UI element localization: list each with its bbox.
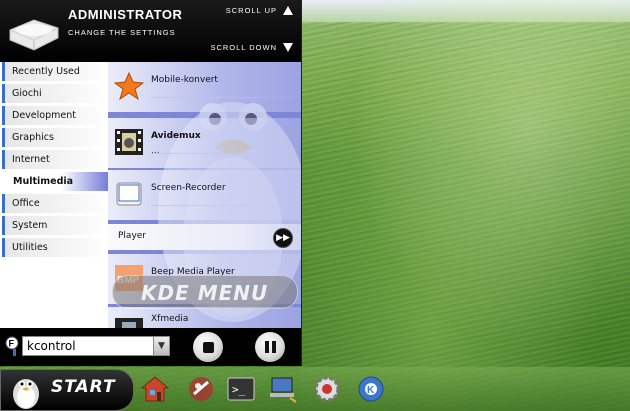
- category-office[interactable]: Office: [2, 194, 108, 214]
- tux-icon: [13, 379, 39, 409]
- scroll-up-label: SCROLL UP: [225, 6, 277, 15]
- star-icon: [114, 71, 144, 101]
- taskbar: START >_ K: [0, 367, 630, 411]
- film-icon: [115, 129, 143, 155]
- home-icon[interactable]: [140, 374, 170, 404]
- category-utilities[interactable]: Utilities: [2, 238, 108, 258]
- app-desc: ...: [151, 146, 160, 156]
- category-recently-used[interactable]: Recently Used: [2, 62, 108, 82]
- kde-menu-logo: KDE MENU: [112, 275, 298, 309]
- category-label: Giochi: [12, 88, 42, 99]
- category-development[interactable]: Development: [2, 106, 108, 126]
- category-label: Office: [12, 198, 40, 209]
- wallpaper-grass: [300, 0, 630, 411]
- start-label: START: [51, 377, 116, 397]
- user-name: ADMINISTRATOR: [68, 7, 183, 22]
- app-avidemux[interactable]: Avidemux ...: [108, 118, 301, 168]
- app-name: Xfmedia: [151, 314, 189, 324]
- category-label: Recently Used: [12, 66, 80, 77]
- network-icon[interactable]: [268, 374, 298, 404]
- app-mobile-konvert[interactable]: Mobile-konvert: [108, 62, 301, 112]
- scroll-down-button[interactable]: SCROLL DOWN: [210, 43, 293, 52]
- start-button[interactable]: START: [0, 369, 134, 411]
- category-label: Graphics: [12, 132, 54, 143]
- app-name: Screen-Recorder: [151, 183, 226, 193]
- category-multimedia[interactable]: Multimedia: [2, 172, 110, 192]
- player-submenu[interactable]: Player ▶▶: [108, 224, 301, 250]
- category-label: Utilities: [12, 242, 48, 253]
- category-graphics[interactable]: Graphics: [2, 128, 108, 148]
- stop-icon: [202, 341, 214, 353]
- category-internet[interactable]: Internet: [2, 150, 108, 170]
- category-giochi[interactable]: Giochi: [2, 84, 108, 104]
- scroll-down-label: SCROLL DOWN: [210, 43, 277, 52]
- change-settings-link[interactable]: CHANGE THE SETTINGS: [68, 28, 176, 37]
- category-system[interactable]: System: [2, 216, 108, 236]
- app-xfmedia[interactable]: Xfmedia: [108, 307, 301, 328]
- app-screen-recorder[interactable]: Screen-Recorder: [108, 170, 301, 220]
- app-name: Avidemux: [151, 131, 201, 141]
- application-list: Mobile-konvert Avidemux ... Screen-Recor…: [108, 62, 301, 328]
- recorder-icon: [116, 182, 142, 206]
- graphics-icon[interactable]: [186, 374, 216, 404]
- category-label: Internet: [12, 154, 50, 165]
- svg-text:K: K: [367, 385, 375, 396]
- arrow-up-icon: [283, 6, 293, 15]
- scroll-up-button[interactable]: SCROLL UP: [226, 6, 293, 15]
- run-command-input[interactable]: kcontrol: [22, 336, 154, 356]
- app-name: Mobile-konvert: [151, 75, 218, 85]
- terminal-icon[interactable]: >_: [226, 374, 256, 404]
- svg-text:F: F: [9, 339, 15, 349]
- category-label: System: [12, 220, 48, 231]
- arrow-down-icon: [283, 43, 293, 52]
- chevron-down-icon[interactable]: ▼: [153, 336, 170, 356]
- pause-button[interactable]: [255, 332, 285, 362]
- svg-text:>_: >_: [232, 383, 246, 396]
- kde-logo-icon[interactable]: K: [356, 374, 386, 404]
- pause-icon: [264, 341, 276, 353]
- find-icon: F: [5, 336, 19, 356]
- category-label: Multimedia: [13, 176, 74, 187]
- category-list: Recently Used Giochi Development Graphic…: [0, 62, 110, 328]
- menu-header: ADMINISTRATOR CHANGE THE SETTINGS SCROLL…: [0, 0, 301, 62]
- computer-icon: [9, 19, 59, 51]
- menu-footer: F kcontrol ▼: [0, 328, 301, 366]
- fast-forward-icon[interactable]: ▶▶: [273, 228, 293, 248]
- category-label: Development: [12, 110, 76, 121]
- film-icon: [115, 318, 143, 328]
- kde-start-menu: ADMINISTRATOR CHANGE THE SETTINGS SCROLL…: [0, 0, 302, 366]
- player-label: Player: [118, 231, 147, 241]
- settings-icon[interactable]: [312, 374, 342, 404]
- stop-button[interactable]: [193, 332, 223, 362]
- kde-menu-label: KDE MENU: [141, 281, 269, 305]
